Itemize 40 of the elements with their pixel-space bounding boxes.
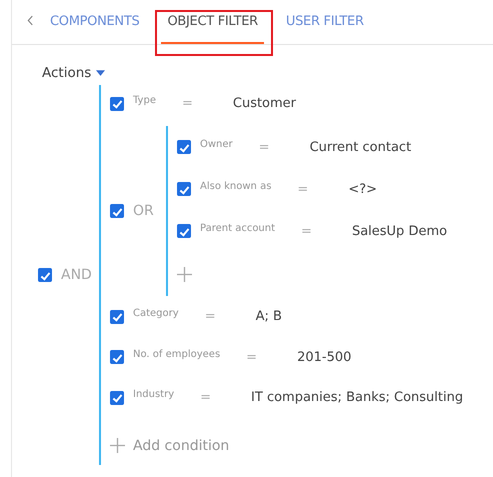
operator[interactable]: =	[301, 224, 312, 239]
checkbox[interactable]	[110, 96, 124, 111]
back-chevron-icon[interactable]	[27, 14, 34, 26]
field-value[interactable]: Current contact	[310, 140, 412, 155]
operator[interactable]: =	[200, 390, 212, 406]
operator[interactable]: =	[182, 96, 193, 112]
field-value[interactable]: IT companies; Banks; Consulting	[251, 390, 464, 406]
field-name[interactable]: Category	[133, 308, 179, 320]
field-value[interactable]: Customer	[232, 96, 296, 112]
logic-operator[interactable]: AND	[61, 267, 92, 283]
checkbox[interactable]	[177, 182, 191, 196]
field-value[interactable]: 201-500	[297, 350, 352, 365]
operator[interactable]: =	[204, 309, 216, 324]
checkbox[interactable]	[177, 224, 191, 238]
field-value[interactable]: <?>	[348, 182, 377, 197]
field-name[interactable]: Owner	[200, 138, 233, 150]
field-name[interactable]: Industry	[133, 389, 174, 400]
field-name[interactable]: Type	[133, 95, 156, 106]
checkbox[interactable]	[110, 390, 124, 405]
checkbox[interactable]	[38, 268, 52, 282]
add-condition-button[interactable]: Add condition	[110, 426, 464, 465]
actions-menu[interactable]: Actions	[42, 65, 106, 81]
checkbox[interactable]	[110, 350, 124, 364]
operator[interactable]: =	[246, 350, 258, 365]
operator[interactable]: =	[297, 182, 308, 197]
field-value[interactable]: SalesUp Demo	[352, 224, 448, 239]
caret-icon	[96, 70, 106, 76]
checkbox[interactable]	[177, 140, 191, 154]
tab[interactable]: USER FILTER	[272, 0, 378, 44]
field-name[interactable]: Parent account	[200, 222, 276, 234]
field-name[interactable]: No. of employees	[133, 348, 220, 360]
field-name[interactable]: Also known as	[200, 180, 272, 192]
operator[interactable]: =	[258, 140, 270, 155]
tab[interactable]: COMPONENTS	[50, 0, 154, 44]
logic-operator[interactable]: OR	[133, 203, 154, 220]
field-value[interactable]: A; B	[256, 309, 282, 324]
plus-icon	[110, 438, 125, 454]
checkbox[interactable]	[110, 204, 124, 218]
tab[interactable]: OBJECT FILTER	[153, 0, 272, 44]
checkbox[interactable]	[110, 310, 124, 324]
